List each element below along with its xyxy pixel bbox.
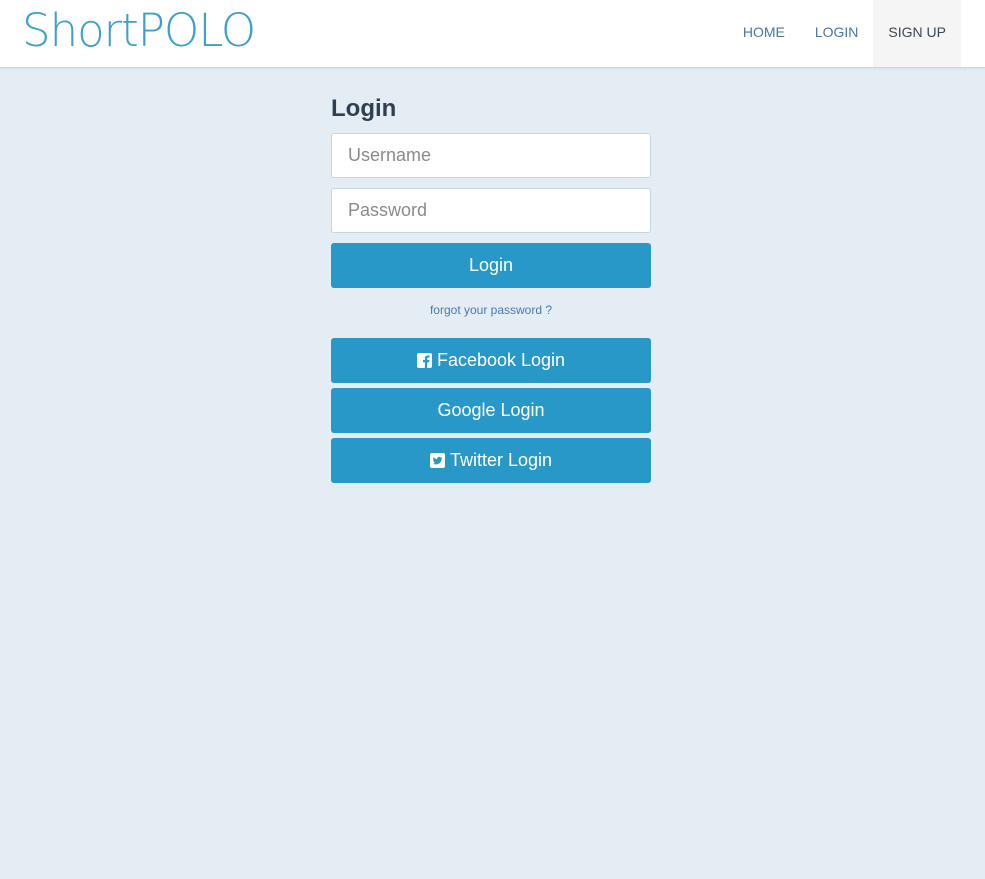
facebook-square-icon xyxy=(416,353,432,368)
social-login-group: Facebook Login Google Login Twitter Logi… xyxy=(331,338,651,483)
login-title: Login xyxy=(331,95,397,122)
nav-home-link[interactable]: HOME xyxy=(728,0,800,67)
username-input[interactable] xyxy=(331,133,651,178)
login-button-label: Login xyxy=(468,255,514,275)
forgot-password-link[interactable]: forgot your password ? xyxy=(331,302,651,318)
facebook-login-label: Facebook Login xyxy=(436,350,566,370)
nav-signup-link[interactable]: SIGN UP xyxy=(873,0,961,67)
brand-name-light: Short xyxy=(22,4,139,57)
login-button[interactable]: Login xyxy=(331,243,651,288)
twitter-login-label: Twitter Login xyxy=(449,450,553,470)
login-panel: Login Login forgot your password ? Faceb… xyxy=(331,92,651,483)
facebook-login-button[interactable]: Facebook Login xyxy=(331,338,651,383)
top-navbar: ShortPOLO HOME LOGIN SIGN UP xyxy=(0,0,985,68)
nav-login-link[interactable]: LOGIN xyxy=(800,0,874,67)
main-nav: HOME LOGIN SIGN UP xyxy=(728,0,961,67)
twitter-login-button[interactable]: Twitter Login xyxy=(331,438,651,483)
brand-name-bold: POLO xyxy=(137,4,256,57)
google-login-label: Google Login xyxy=(437,400,545,420)
twitter-square-icon xyxy=(429,453,445,468)
google-login-button[interactable]: Google Login xyxy=(331,388,651,433)
password-input[interactable] xyxy=(331,188,651,233)
brand-logo[interactable]: ShortPOLO xyxy=(22,4,256,57)
